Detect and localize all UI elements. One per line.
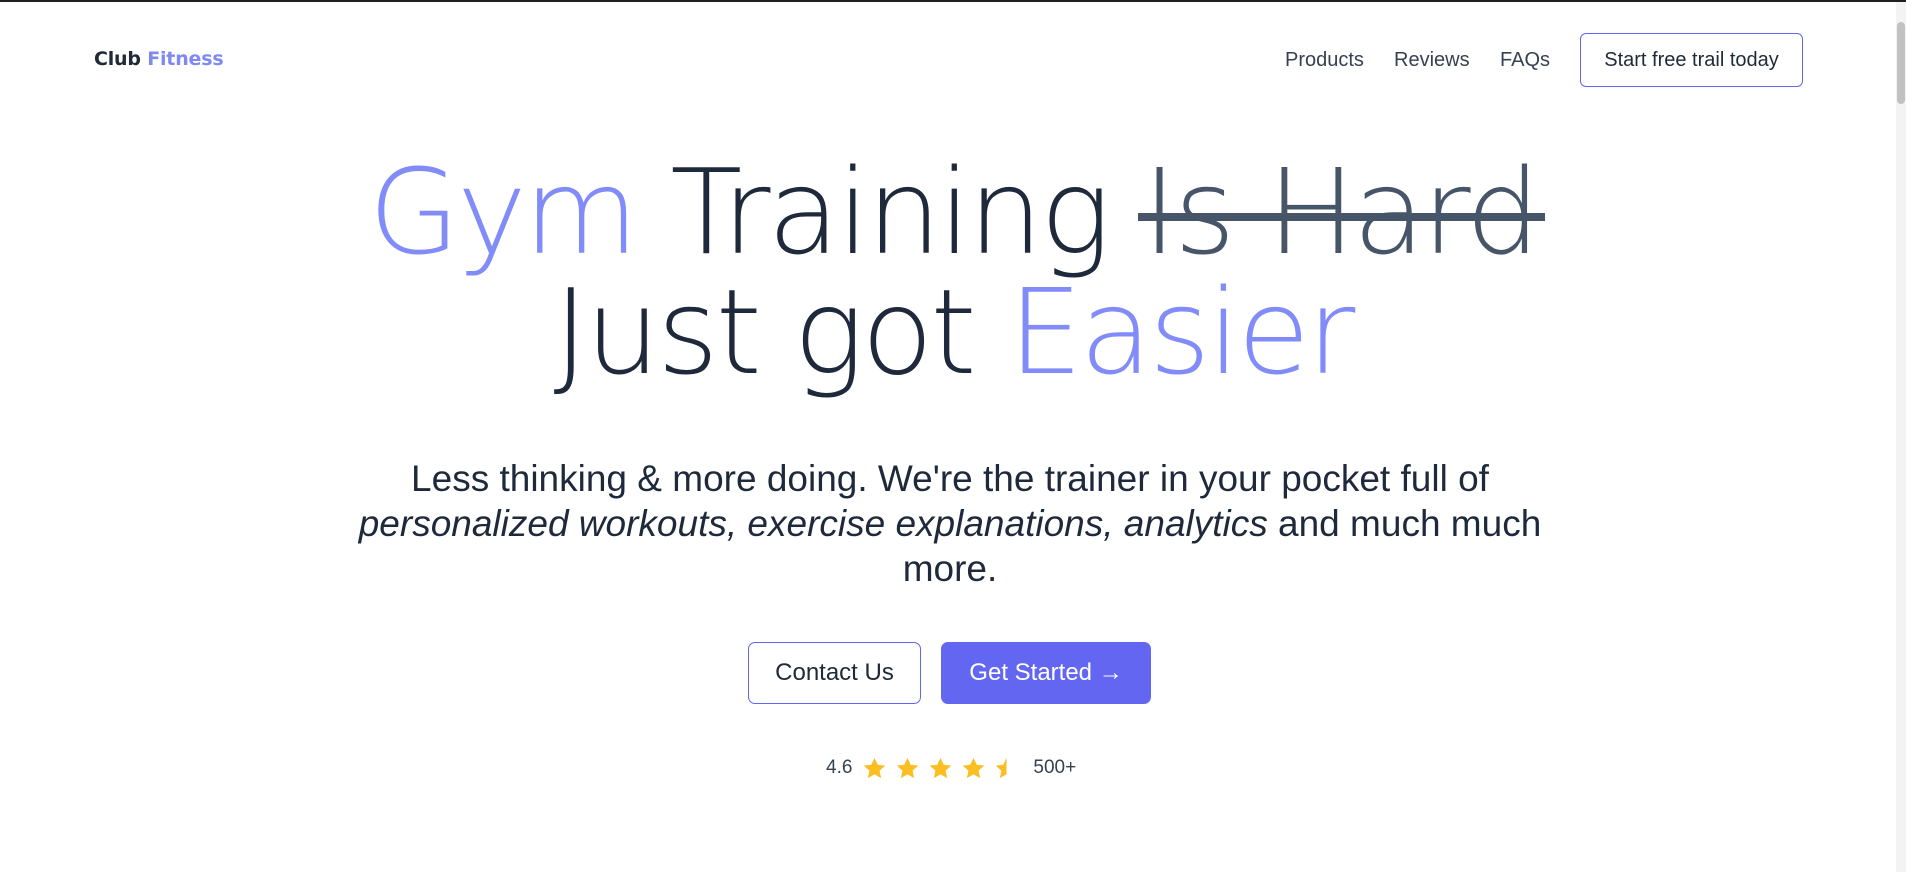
hero-subcopy: Less thinking & more doing. We're the tr… [330,456,1570,591]
subcopy-intro: Less thinking & more doing. We're the tr… [411,458,1489,499]
headline-struck-text: Is Hard [1138,143,1546,281]
headline-line-2: Just got Easier [0,272,1906,392]
headline-line-1: Gym Training Is Hard [0,152,1906,272]
star-icon [864,757,886,778]
headline-accent-gym: Gym [368,143,639,281]
nav-link-reviews[interactable]: Reviews [1394,49,1470,72]
headline-accent-easier: Easier [1008,263,1355,401]
window-top-border [0,0,1906,2]
brand-name-accent: Fitness [147,48,224,70]
star-half-icon [996,757,1007,778]
hero-headline: Gym Training Is Hard Just got Easier [0,152,1906,392]
star-icon [930,757,952,778]
star-icon [897,757,919,778]
headline-word-training: Training [670,143,1111,281]
brand-name-primary: Club [94,48,141,70]
headline-words-just-got: Just got [553,263,977,401]
nav-link-faqs[interactable]: FAQs [1500,49,1550,72]
scrollbar-thumb[interactable] [1897,22,1905,104]
vertical-scrollbar[interactable] [1896,2,1906,872]
contact-us-button[interactable]: Contact Us [748,642,921,704]
get-started-button[interactable]: Get Started → [941,642,1151,704]
rating-summary: 4.6 500+ [826,753,1076,783]
star-icon [963,757,985,778]
subcopy-emphasis: personalized workouts, exercise explanat… [358,503,1268,544]
rating-score: 4.6 [826,757,853,778]
rating-stars [862,756,1019,781]
nav-link-products[interactable]: Products [1285,49,1364,72]
start-free-trial-button[interactable]: Start free trail today [1580,33,1803,87]
landing-page: Club Fitness Products Reviews FAQs Start… [0,0,1906,872]
rating-count: 500+ [1033,757,1077,778]
brand-logo[interactable]: Club Fitness [94,48,224,70]
